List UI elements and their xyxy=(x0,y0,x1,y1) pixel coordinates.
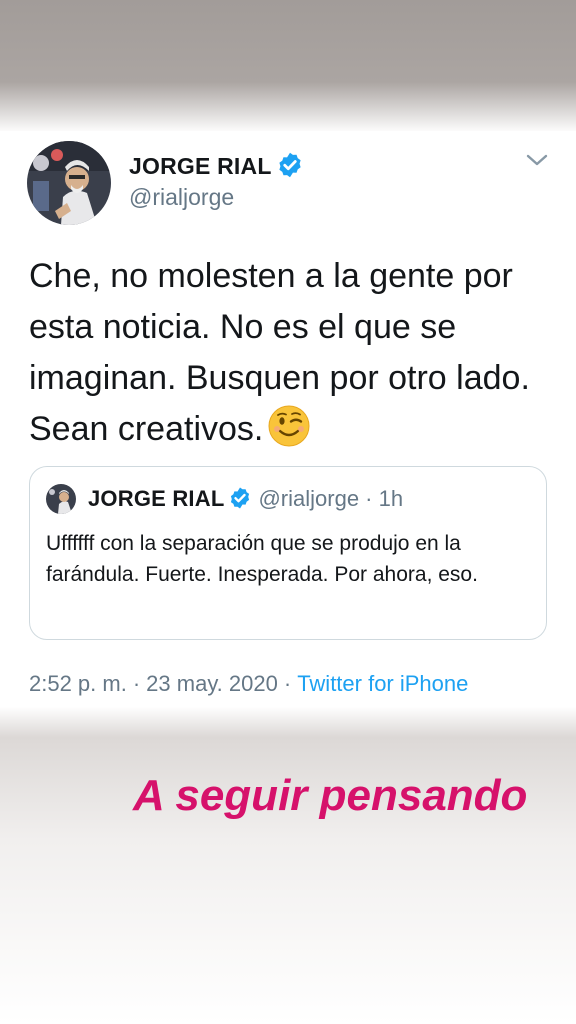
verified-badge-icon xyxy=(231,487,250,509)
quoted-header: JORGE RIAL @rialjorge · 1h xyxy=(88,486,403,512)
tweet-metadata: 2:52 p. m. · 23 may. 2020 · Twitter for iPho… xyxy=(29,670,468,698)
verified-badge-icon xyxy=(278,152,301,178)
display-name[interactable]: JORGE RIAL xyxy=(129,151,304,180)
avatar[interactable] xyxy=(27,141,111,225)
winking-face-icon xyxy=(268,405,310,447)
date[interactable]: 23 may. 2020 xyxy=(146,671,278,696)
separator: · xyxy=(132,671,141,696)
source-link[interactable]: Twitter for iPhone xyxy=(297,671,468,696)
chevron-down-icon[interactable] xyxy=(524,150,550,170)
quoted-avatar xyxy=(46,484,76,514)
timestamp[interactable]: 2:52 p. m. xyxy=(29,671,127,696)
handle[interactable]: @rialjorge xyxy=(129,183,234,211)
story-caption: A seguir pensando xyxy=(133,771,528,820)
quoted-handle-time: @rialjorge · 1h xyxy=(258,486,404,511)
separator: · xyxy=(283,671,292,696)
display-name-text: JORGE RIAL xyxy=(129,153,272,179)
tweet-text: Che, no molesten a la gente por esta not… xyxy=(29,251,559,455)
quoted-display-name: JORGE RIAL xyxy=(88,486,225,511)
quoted-tweet[interactable]: JORGE RIAL @rialjorge · 1h Uffffff con l… xyxy=(29,466,547,640)
quoted-tweet-text: Uffffff con la separación que se produjo… xyxy=(46,532,478,586)
